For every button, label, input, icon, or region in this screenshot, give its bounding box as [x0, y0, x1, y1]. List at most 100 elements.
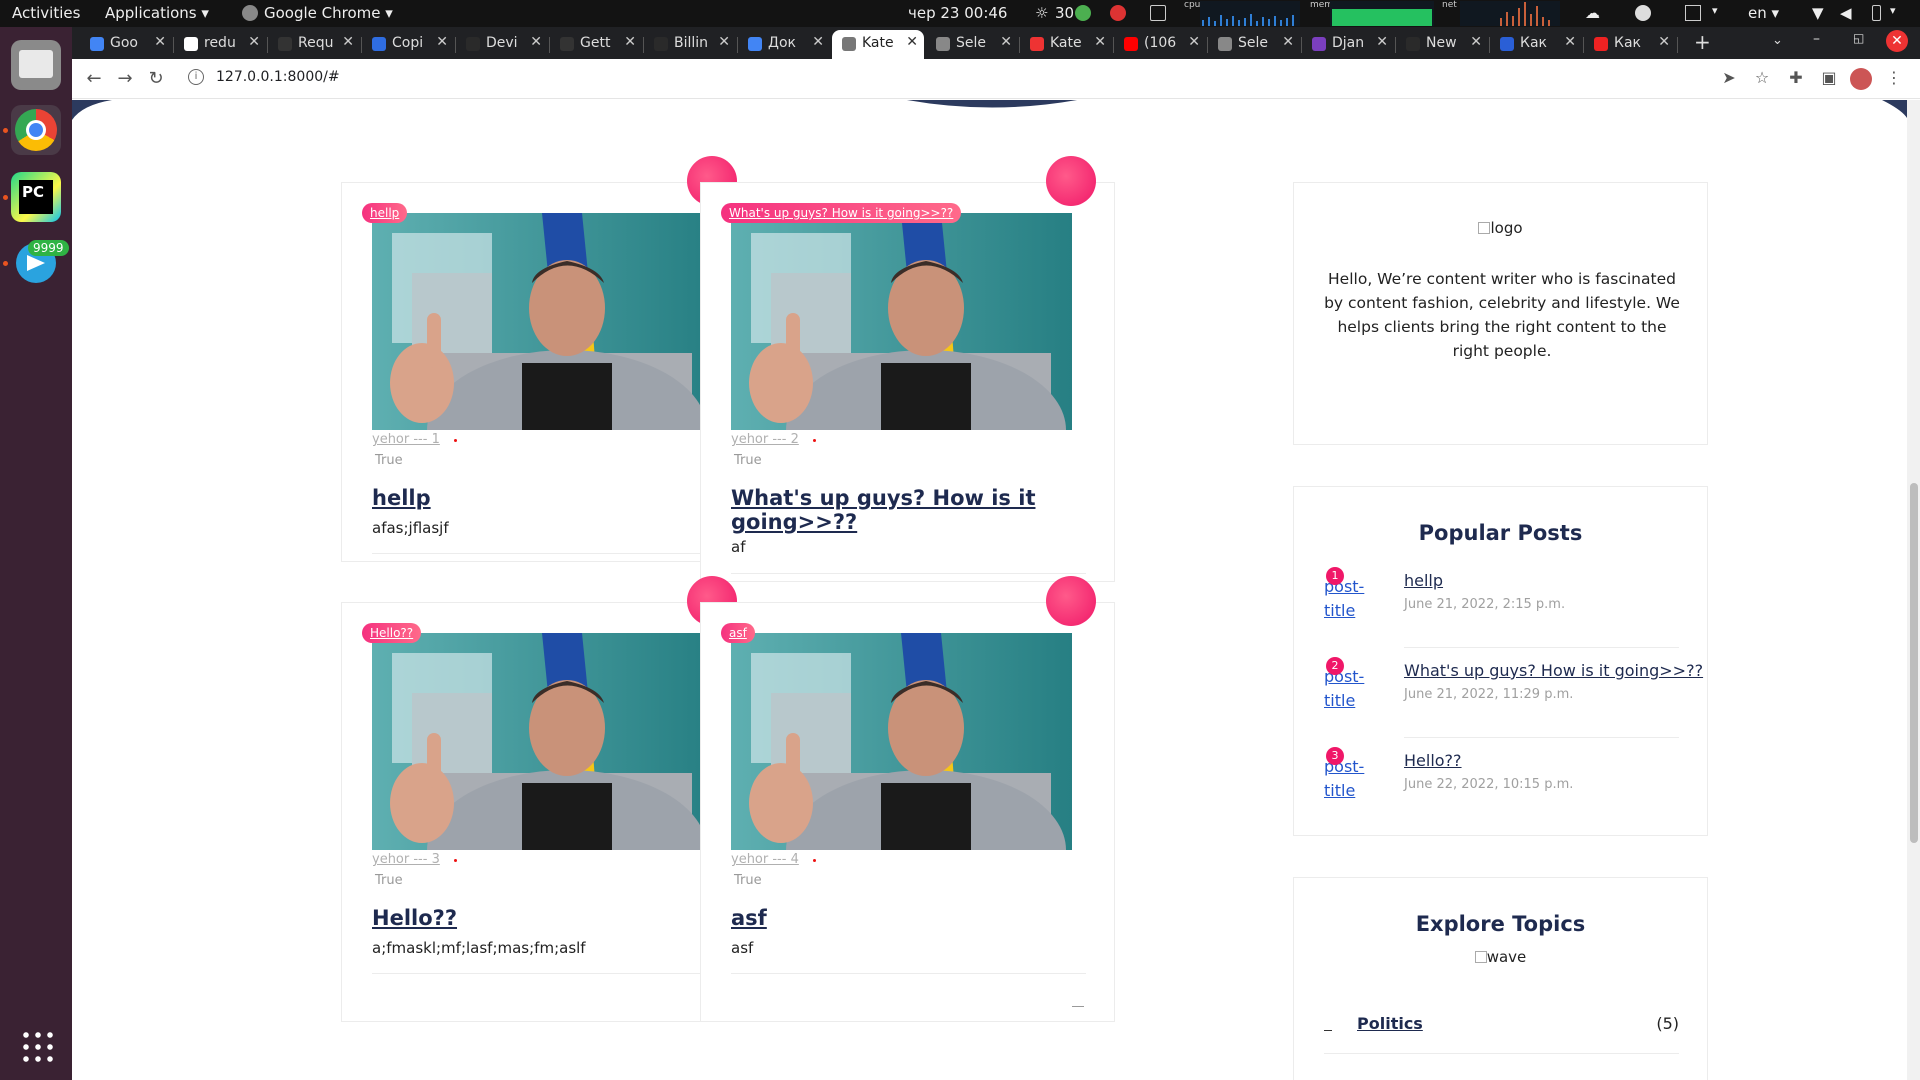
- language-label: en: [1748, 4, 1767, 22]
- tab-close-icon[interactable]: ✕: [1094, 34, 1106, 50]
- post-title[interactable]: What's up guys? How is it going>>??: [731, 486, 1091, 534]
- minimize-button[interactable]: –: [1813, 31, 1820, 47]
- category-badge[interactable]: Hello??: [362, 623, 422, 643]
- post-photo: [372, 213, 713, 430]
- tab-close-icon[interactable]: ✕: [248, 34, 260, 50]
- post-author[interactable]: yehor --- 2: [731, 432, 799, 447]
- language-indicator[interactable]: en ▾: [1748, 4, 1779, 22]
- post-title[interactable]: hellp: [372, 486, 732, 510]
- category-badge[interactable]: What's up guys? How is it going>>??: [721, 203, 962, 223]
- side-panel-icon[interactable]: ▣: [1818, 67, 1840, 89]
- tray-app-icon[interactable]: [1110, 5, 1126, 21]
- browser-tab[interactable]: Devi ✕: [456, 30, 548, 59]
- browser-tab[interactable]: Как ✕: [1490, 30, 1582, 59]
- wifi-icon[interactable]: ▼: [1812, 4, 1824, 22]
- browser-tab[interactable]: Djan ✕: [1302, 30, 1394, 59]
- tab-favicon-icon: [184, 37, 198, 51]
- screenshot-icon[interactable]: [1150, 5, 1166, 21]
- post-image[interactable]: [372, 213, 713, 430]
- topic-name[interactable]: Politics: [1357, 1014, 1423, 1033]
- tab-search-button[interactable]: ⌄: [1772, 33, 1783, 48]
- tab-close-icon[interactable]: ✕: [342, 34, 354, 50]
- page-scrollbar[interactable]: [1907, 100, 1920, 1080]
- browser-tab[interactable]: Sele ✕: [1208, 30, 1300, 59]
- tab-close-icon[interactable]: ✕: [436, 34, 448, 50]
- browser-tab[interactable]: Billin ✕: [644, 30, 736, 59]
- browser-tab[interactable]: (106 ✕: [1114, 30, 1206, 59]
- post-title[interactable]: asf: [731, 906, 1091, 930]
- tab-close-icon[interactable]: ✕: [906, 34, 918, 50]
- clock[interactable]: чер 23 00:46: [908, 4, 1007, 22]
- pycharm-icon[interactable]: PC: [11, 172, 61, 222]
- tab-close-icon[interactable]: ✕: [718, 34, 730, 50]
- category-badge[interactable]: asf: [721, 623, 755, 643]
- post-author[interactable]: yehor --- 4: [731, 852, 799, 867]
- menu-kebab-icon[interactable]: ⋮: [1883, 67, 1905, 89]
- browser-tab[interactable]: Gett ✕: [550, 30, 642, 59]
- app-menu[interactable]: Google Chrome ▾: [264, 4, 393, 22]
- browser-tab[interactable]: redu ✕: [174, 30, 266, 59]
- show-apps-icon[interactable]: [20, 1029, 54, 1063]
- system-menu-arrow[interactable]: ▾: [1890, 4, 1896, 17]
- post-author[interactable]: yehor --- 1: [372, 432, 440, 447]
- tab-close-icon[interactable]: ✕: [154, 34, 166, 50]
- applications-menu[interactable]: Applications ▾: [105, 4, 209, 22]
- tab-close-icon[interactable]: ✕: [1376, 34, 1388, 50]
- new-tab-button[interactable]: +: [1694, 30, 1711, 54]
- tab-close-icon[interactable]: ✕: [530, 34, 542, 50]
- battery-icon[interactable]: [1872, 5, 1881, 21]
- browser-tab[interactable]: Kate ✕: [1020, 30, 1112, 59]
- cloud-icon[interactable]: ☁: [1585, 4, 1600, 22]
- browser-tab[interactable]: Goo ✕: [80, 30, 172, 59]
- profile-avatar[interactable]: [1850, 68, 1872, 90]
- category-badge[interactable]: hellp: [362, 203, 408, 223]
- browser-tab[interactable]: Как ✕: [1584, 30, 1676, 59]
- tab-close-icon[interactable]: ✕: [1188, 34, 1200, 50]
- tab-close-icon[interactable]: ✕: [1470, 34, 1482, 50]
- vpn-icon[interactable]: [1635, 5, 1651, 21]
- extensions-icon[interactable]: ✚: [1785, 67, 1807, 89]
- popular-post-title[interactable]: What's up guys? How is it going>>??: [1404, 661, 1703, 680]
- files-icon[interactable]: [11, 40, 61, 90]
- maximize-button[interactable]: ◱: [1853, 31, 1864, 45]
- topic-item[interactable]: Politics (5): [1324, 1014, 1679, 1054]
- info-icon[interactable]: i: [188, 69, 204, 85]
- browser-tab[interactable]: Kate ✕: [832, 30, 924, 59]
- post-image[interactable]: [731, 633, 1072, 850]
- post-photo: [372, 633, 713, 850]
- reload-button[interactable]: ↻: [144, 67, 168, 91]
- post-author[interactable]: yehor --- 3: [372, 852, 440, 867]
- tab-close-icon[interactable]: ✕: [624, 34, 636, 50]
- popular-post-title[interactable]: hellp: [1404, 571, 1443, 590]
- close-window-button[interactable]: ✕: [1886, 30, 1908, 52]
- tab-close-icon[interactable]: ✕: [1282, 34, 1294, 50]
- tab-close-icon[interactable]: ✕: [1658, 34, 1670, 50]
- browser-tab[interactable]: Copi ✕: [362, 30, 454, 59]
- browser-tab[interactable]: New ✕: [1396, 30, 1488, 59]
- clipboard-icon[interactable]: [1685, 5, 1701, 21]
- browser-tab[interactable]: Requ ✕: [268, 30, 360, 59]
- forward-button[interactable]: →: [113, 67, 137, 91]
- activities-button[interactable]: Activities: [12, 4, 80, 22]
- send-icon[interactable]: ➤: [1718, 67, 1740, 89]
- tab-close-icon[interactable]: ✕: [1564, 34, 1576, 50]
- back-button[interactable]: ←: [82, 67, 106, 91]
- popular-post-item[interactable]: post-title 3 Hello?? June 22, 2022, 10:1…: [1324, 747, 1679, 817]
- tab-close-icon[interactable]: ✕: [812, 34, 824, 50]
- popular-post-item[interactable]: post-title 2 What's up guys? How is it g…: [1324, 657, 1703, 727]
- scrollbar-thumb[interactable]: [1910, 483, 1918, 843]
- bookmark-star-icon[interactable]: ☆: [1751, 67, 1773, 89]
- address-bar[interactable]: i 127.0.0.1:8000/#: [180, 63, 1840, 95]
- post-image[interactable]: [731, 213, 1072, 430]
- browser-tab[interactable]: Док ✕: [738, 30, 830, 59]
- clipboard-menu-arrow[interactable]: ▾: [1712, 4, 1718, 17]
- popular-post-title[interactable]: Hello??: [1404, 751, 1462, 770]
- tab-close-icon[interactable]: ✕: [1000, 34, 1012, 50]
- post-title[interactable]: Hello??: [372, 906, 732, 930]
- net-label: net: [1442, 0, 1457, 10]
- popular-post-item[interactable]: post-title 1 hellp June 21, 2022, 2:15 p…: [1324, 567, 1679, 637]
- chrome-icon[interactable]: [11, 105, 61, 155]
- post-image[interactable]: [372, 633, 713, 850]
- volume-icon[interactable]: ◀: [1840, 4, 1852, 22]
- browser-tab[interactable]: Sele ✕: [926, 30, 1018, 59]
